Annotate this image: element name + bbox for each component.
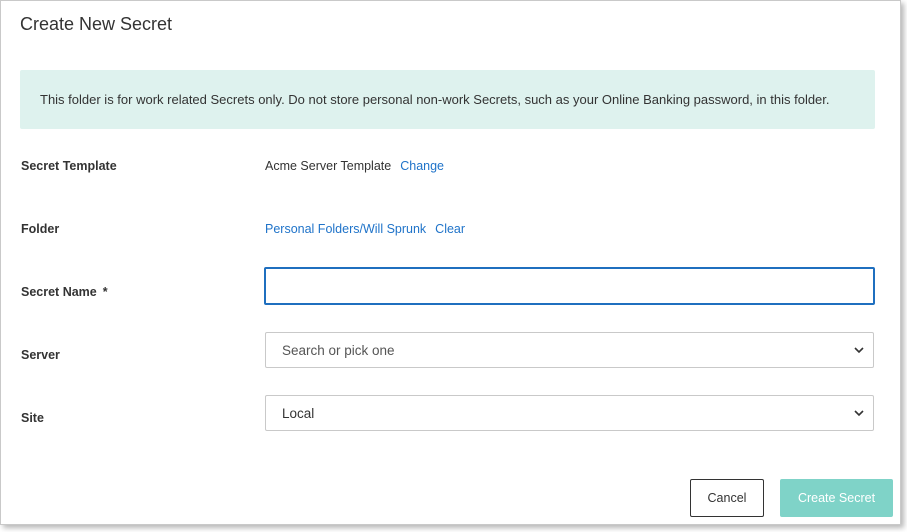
folder-notice-banner: This folder is for work related Secrets … [20,70,875,129]
clear-folder-link[interactable]: Clear [435,222,465,236]
secret-template-value-row: Acme Server Template Change [265,159,444,173]
folder-path-link[interactable]: Personal Folders/Will Sprunk [265,222,426,236]
site-select[interactable]: Local [265,395,874,431]
chevron-down-icon [854,410,864,417]
create-secret-button[interactable]: Create Secret [780,479,893,517]
secret-template-value: Acme Server Template [265,159,392,173]
required-asterisk: * [102,285,108,299]
folder-label: Folder [21,222,60,236]
site-label: Site [21,411,44,425]
secret-name-label-text: Secret Name [21,285,97,299]
server-select-placeholder: Search or pick one [282,342,395,358]
secret-name-label: Secret Name * [21,285,108,299]
secret-name-input[interactable] [264,267,875,305]
server-label: Server [21,348,60,362]
create-secret-dialog: Create New Secret This folder is for wor… [0,0,901,525]
server-select[interactable]: Search or pick one [265,332,874,368]
folder-value-row: Personal Folders/Will Sprunk Clear [265,222,465,236]
secret-template-label: Secret Template [21,159,117,173]
notice-text: This folder is for work related Secrets … [40,92,830,107]
change-template-link[interactable]: Change [400,159,444,173]
site-select-value: Local [282,405,315,421]
cancel-button[interactable]: Cancel [690,479,764,517]
chevron-down-icon [854,347,864,354]
dialog-title: Create New Secret [20,14,173,34]
